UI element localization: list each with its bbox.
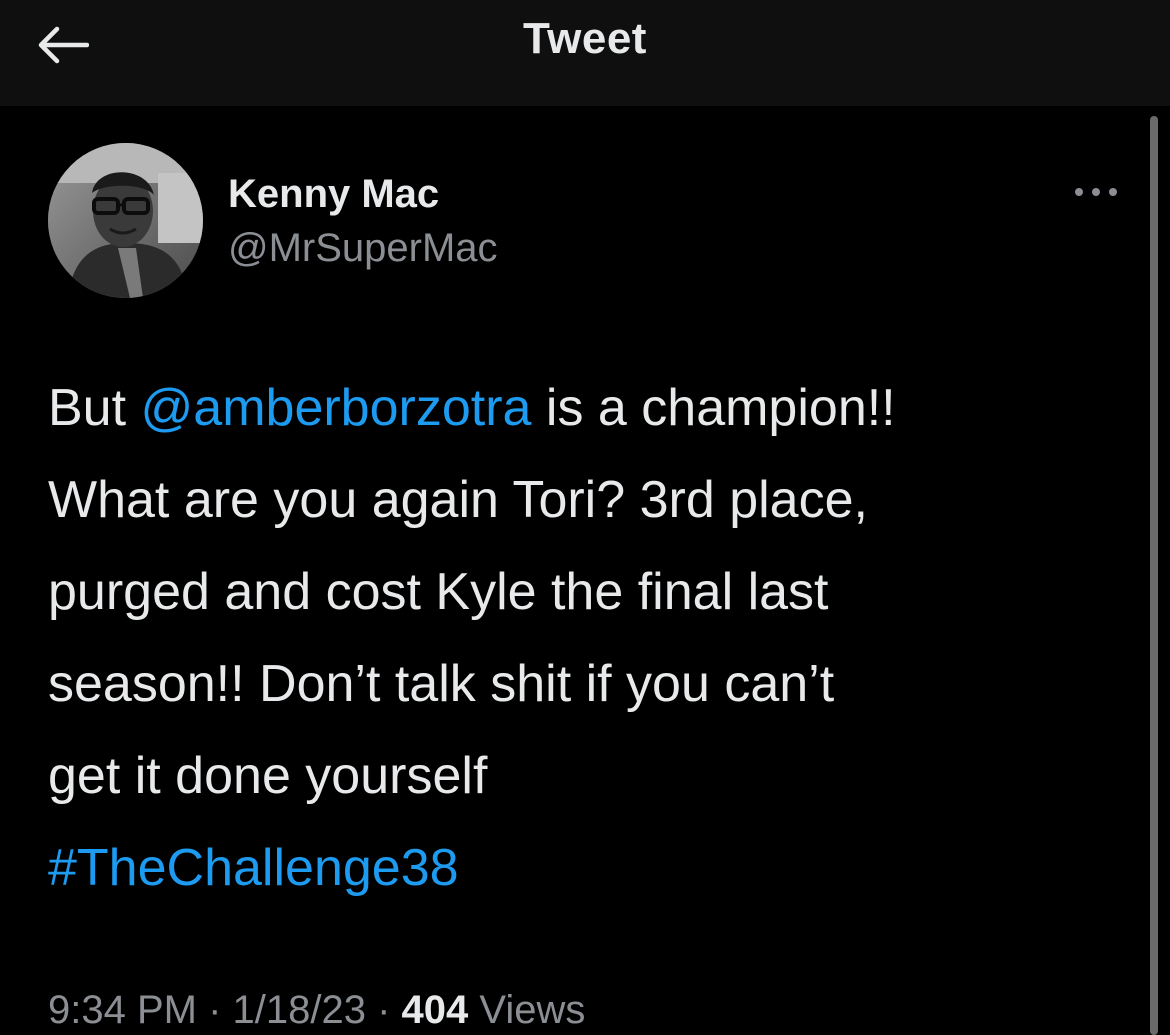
top-bar: Tweet [0, 0, 1170, 106]
mention-link[interactable]: @amberborzotra [141, 379, 532, 437]
tweet-text: But @amberborzotra is a champion!! What … [48, 362, 1138, 914]
meta-separator: · [196, 988, 233, 1032]
avatar[interactable] [48, 143, 203, 298]
tweet-date[interactable]: 1/18/23 [233, 988, 366, 1032]
views-label: Views [468, 988, 586, 1032]
views-count[interactable]: 404 [402, 988, 469, 1032]
tweet-meta: 9:34 PM · 1/18/23 · 404 Views [48, 988, 585, 1033]
avatar-photo [48, 143, 203, 298]
meta-separator: · [365, 988, 402, 1032]
page-title: Tweet [523, 14, 647, 63]
tweet-text-lead: But [48, 379, 141, 437]
tweet-page: Tweet Kenny Mac @MrSuperMac But @amberbo… [0, 0, 1170, 1035]
more-button[interactable] [1066, 172, 1126, 212]
tweet-text-body: What are you again Tori? 3rd place, purg… [48, 471, 868, 805]
hashtag-link[interactable]: #TheChallenge38 [48, 839, 459, 897]
author-name[interactable]: Kenny Mac [228, 172, 439, 217]
tweet-text-line1-rest: is a champion!! [531, 379, 896, 437]
tweet-time[interactable]: 9:34 PM [48, 988, 197, 1032]
more-horizontal-icon [1075, 188, 1117, 196]
author-handle[interactable]: @MrSuperMac [228, 226, 498, 271]
scrollbar[interactable] [1150, 116, 1158, 1035]
